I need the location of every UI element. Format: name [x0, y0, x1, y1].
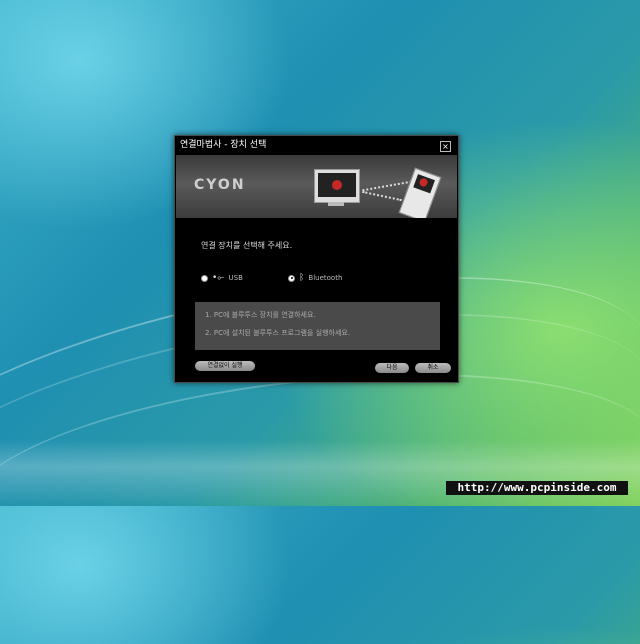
instruction-line: 1. PC에 블루투스 장치를 연결하세요. — [205, 311, 316, 319]
usb-icon: •⟜ — [212, 273, 225, 283]
monitor-icon — [314, 169, 360, 203]
close-button[interactable]: × — [440, 141, 451, 152]
instructions-box: 1. PC에 블루투스 장치를 연결하세요. 2. PC에 설치된 블루투스 프… — [195, 302, 440, 350]
dialog-title: 연결마법사 - 장치 선택 — [180, 140, 267, 150]
monitor-stand — [328, 202, 344, 206]
connection-wizard-dialog: 연결마법사 - 장치 선택 × CYON 연결 장치를 선택해 주세요. •⟜ … — [174, 135, 459, 383]
run-without-connect-button[interactable]: 연결없이 실행 — [195, 361, 255, 371]
bluetooth-icon: ᛒ — [299, 273, 305, 283]
usb-label: USB — [228, 274, 243, 282]
connection-dots — [362, 190, 402, 202]
next-button[interactable]: 다음 — [375, 363, 409, 373]
wallpaper-glow — [0, 440, 640, 506]
watermark: http://www.pcpinside.com — [446, 481, 628, 495]
usb-option[interactable]: •⟜ USB — [201, 273, 243, 283]
usb-radio[interactable] — [201, 274, 208, 282]
phone-icon — [398, 167, 442, 218]
bluetooth-option[interactable]: ᛒ Bluetooth — [288, 273, 342, 283]
bluetooth-radio[interactable] — [288, 274, 295, 282]
select-device-prompt: 연결 장치를 선택해 주세요. — [201, 241, 293, 250]
bluetooth-label: Bluetooth — [308, 274, 343, 282]
banner: CYON — [176, 155, 457, 218]
connection-dots — [362, 180, 412, 192]
title-bar[interactable]: 연결마법사 - 장치 선택 × — [175, 136, 458, 155]
cancel-button[interactable]: 취소 — [415, 363, 451, 373]
instruction-line: 2. PC에 설치된 블루투스 프로그램을 실행하세요. — [205, 329, 351, 337]
brand-logo: CYON — [194, 177, 246, 193]
